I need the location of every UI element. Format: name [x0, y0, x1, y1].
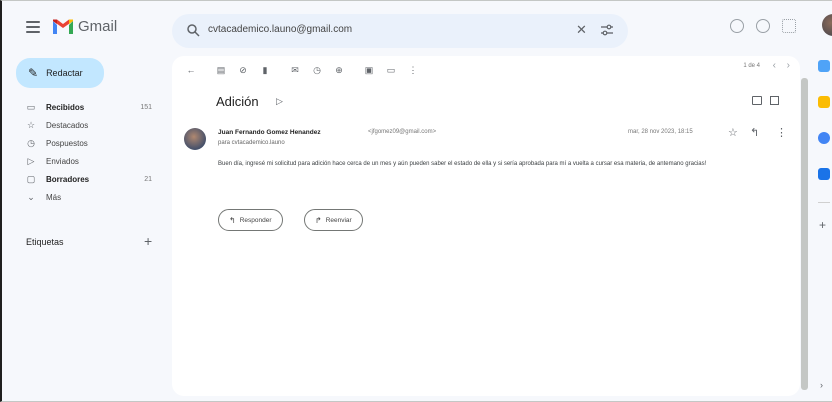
report-spam-icon[interactable]: ⊘: [234, 63, 252, 77]
sidebar-item-label: Pospuestos: [46, 138, 88, 148]
email-body: Buen día, ingresé mi solicitud para adic…: [218, 161, 707, 167]
add-task-icon[interactable]: ⊕: [330, 63, 348, 77]
search-options-icon[interactable]: [600, 24, 614, 36]
email-date: mar, 28 nov 2023, 18:15: [628, 129, 693, 135]
more-options-icon[interactable]: ⋮: [404, 63, 422, 77]
side-panel: + ›: [814, 56, 832, 396]
recipient-line[interactable]: para cvtacademico.launo: [218, 140, 285, 146]
sidebar-item-label: Borradores: [46, 174, 90, 184]
mark-unread-icon[interactable]: ✉: [286, 63, 304, 77]
reply-icon[interactable]: ↰: [750, 126, 759, 139]
email-subject: Adición: [216, 94, 259, 109]
sidebar-item-drafts[interactable]: ▢ Borradores 21: [16, 170, 162, 188]
more-vert-icon[interactable]: ⋮: [776, 126, 787, 139]
reply-icon: ↰: [229, 215, 236, 225]
sidebar-item-label: Recibidos: [46, 102, 85, 112]
help-icon[interactable]: [730, 19, 744, 33]
sidebar-item-snoozed[interactable]: ◷ Pospuestos: [16, 134, 162, 152]
get-addons-icon[interactable]: +: [819, 218, 826, 232]
email-view: ← ▤ ⊘ ▮ ✉ ◷ ⊕ ▣ ▭ ⋮ 1 de 4 ‹ › Adición ▷…: [172, 56, 800, 396]
clock-icon: ◷: [27, 137, 35, 148]
side-panel-divider: [818, 202, 830, 203]
reply-button[interactable]: ↰ Responder: [218, 209, 283, 231]
sender-email: <jfgomez09@gmail.com>: [368, 129, 437, 135]
top-bar: Gmail cvtacademico.launo@gmail.com ✕: [0, 0, 832, 62]
sidebar-nav: ▭ Recibidos 151 ☆ Destacados ◷ Pospuesto…: [16, 98, 162, 206]
archive-icon[interactable]: ▤: [212, 63, 230, 77]
delete-icon[interactable]: ▮: [256, 63, 274, 77]
next-email-icon[interactable]: ›: [787, 60, 790, 71]
sidebar-item-label: Enviados: [46, 156, 79, 166]
forward-button[interactable]: ↱ Reenviar: [304, 209, 363, 231]
search-bar[interactable]: cvtacademico.launo@gmail.com ✕: [172, 14, 628, 48]
sidebar-item-inbox[interactable]: ▭ Recibidos 151: [16, 98, 162, 116]
sidebar-item-more[interactable]: ⌄ Más: [16, 188, 162, 206]
chevron-down-icon: ⌄: [27, 191, 35, 202]
pencil-icon: ✎: [28, 66, 39, 80]
tasks-icon[interactable]: [818, 132, 830, 144]
previous-email-icon[interactable]: ‹: [773, 60, 776, 71]
sidebar-item-label: Más: [46, 192, 62, 202]
pagination-text: 1 de 4: [743, 63, 760, 69]
gmail-logo-text: Gmail: [78, 18, 118, 35]
hide-panel-chevron-icon[interactable]: ›: [820, 380, 823, 390]
sidebar-item-count: 21: [144, 175, 152, 183]
gmail-m-icon: [53, 19, 73, 34]
label-icon[interactable]: ▭: [382, 63, 400, 77]
labels-heading: Etiquetas: [26, 237, 64, 247]
compose-button[interactable]: ✎ Redactar: [16, 58, 104, 88]
add-label-icon[interactable]: +: [144, 233, 152, 249]
account-avatar[interactable]: [822, 14, 832, 36]
snooze-icon[interactable]: ◷: [308, 63, 326, 77]
move-to-icon[interactable]: ▣: [360, 63, 378, 77]
search-icon[interactable]: [186, 23, 200, 37]
gmail-logo[interactable]: Gmail: [52, 18, 117, 35]
settings-icon[interactable]: [756, 19, 770, 33]
print-icon[interactable]: [752, 96, 762, 105]
sidebar-item-starred[interactable]: ☆ Destacados: [16, 116, 162, 134]
sidebar-item-count: 151: [140, 103, 152, 111]
sidebar-item-label: Destacados: [46, 120, 89, 130]
back-arrow-icon[interactable]: ←: [182, 63, 200, 77]
reply-button-label: Responder: [239, 216, 272, 224]
keep-icon[interactable]: [818, 96, 830, 108]
email-toolbar: ← ▤ ⊘ ▮ ✉ ◷ ⊕ ▣ ▭ ⋮: [182, 60, 792, 80]
send-icon: ▷: [27, 155, 35, 166]
main-menu-icon[interactable]: [26, 21, 40, 33]
top-right-icons: [730, 19, 796, 33]
forward-button-label: Reenviar: [325, 216, 352, 224]
scrollbar[interactable]: [801, 78, 808, 390]
draft-icon: ▢: [26, 173, 36, 184]
label-tag-icon[interactable]: ▷: [276, 96, 283, 107]
inbox-icon: ▭: [26, 101, 36, 112]
apps-grid-icon[interactable]: [782, 19, 796, 33]
open-new-window-icon[interactable]: [770, 96, 779, 105]
sender-name[interactable]: Juan Fernando Gomez Henandez: [218, 129, 321, 136]
clear-search-icon[interactable]: ✕: [576, 22, 587, 38]
star-icon: ☆: [26, 119, 36, 130]
sender-avatar[interactable]: [184, 128, 206, 150]
calendar-icon[interactable]: [818, 60, 830, 72]
sidebar-item-sent[interactable]: ▷ Enviados: [16, 152, 162, 170]
compose-label: Redactar: [46, 68, 83, 78]
star-icon[interactable]: ☆: [728, 126, 738, 139]
contacts-icon[interactable]: [818, 168, 830, 180]
search-input[interactable]: cvtacademico.launo@gmail.com: [208, 24, 352, 35]
forward-icon: ↱: [315, 215, 322, 225]
